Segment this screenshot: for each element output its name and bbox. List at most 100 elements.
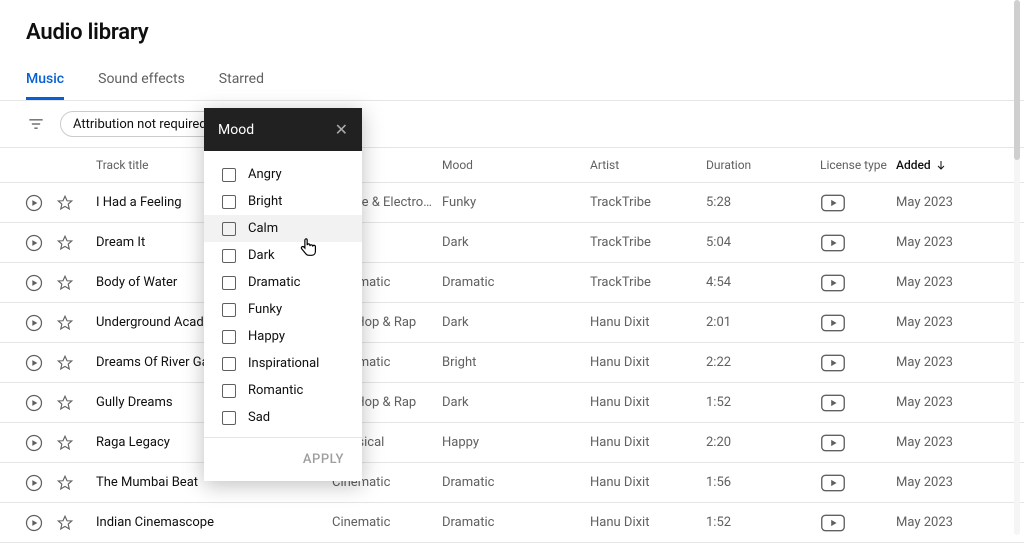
license-icon[interactable] (820, 194, 896, 212)
track-artist: TrackTribe (590, 195, 706, 210)
table-row[interactable]: Underground AcademyHip-Hop & RapDarkHanu… (0, 303, 1024, 343)
checkbox-icon[interactable] (222, 222, 236, 236)
checkbox-icon[interactable] (222, 249, 236, 263)
close-icon[interactable]: ✕ (335, 120, 348, 139)
col-license[interactable]: License type (820, 158, 896, 172)
mood-option-romantic[interactable]: Romantic (204, 377, 362, 404)
star-icon[interactable] (56, 434, 96, 452)
checkbox-icon[interactable] (222, 195, 236, 209)
track-added: May 2023 (896, 355, 1024, 370)
track-mood: Dark (442, 235, 590, 250)
track-artist: Hanu Dixit (590, 395, 706, 410)
track-duration: 1:52 (706, 395, 820, 410)
license-icon[interactable] (820, 314, 896, 332)
star-icon[interactable] (56, 354, 96, 372)
checkbox-icon[interactable] (222, 411, 236, 425)
table-row[interactable]: The Mumbai BeatCinematicDramaticHanu Dix… (0, 463, 1024, 503)
checkbox-icon[interactable] (222, 384, 236, 398)
page-title: Audio library (0, 0, 1024, 45)
track-artist: Hanu Dixit (590, 515, 706, 530)
tab-sound-effects[interactable]: Sound effects (98, 71, 185, 100)
checkbox-icon[interactable] (222, 357, 236, 371)
star-icon[interactable] (56, 474, 96, 492)
apply-button[interactable]: APPLY (204, 437, 362, 481)
checkbox-icon[interactable] (222, 276, 236, 290)
table-row[interactable]: Raga LegacyClassicalHappyHanu Dixit2:20M… (0, 423, 1024, 463)
tab-music[interactable]: Music (26, 71, 64, 100)
tabs: Music Sound effects Starred (0, 45, 1024, 100)
play-icon[interactable] (24, 433, 56, 453)
star-icon[interactable] (56, 274, 96, 292)
col-added[interactable]: Added (896, 158, 1024, 172)
scrollbar-thumb[interactable] (1014, 0, 1020, 160)
track-mood: Dramatic (442, 515, 590, 530)
mood-option-label: Calm (248, 221, 278, 236)
play-icon[interactable] (24, 473, 56, 493)
track-mood: Happy (442, 435, 590, 450)
play-icon[interactable] (24, 313, 56, 333)
track-added: May 2023 (896, 395, 1024, 410)
mood-option-label: Dark (248, 248, 275, 263)
mood-option-inspirational[interactable]: Inspirational (204, 350, 362, 377)
mood-option-bright[interactable]: Bright (204, 188, 362, 215)
mood-option-sad[interactable]: Sad (204, 404, 362, 431)
col-duration[interactable]: Duration (706, 158, 820, 172)
license-icon[interactable] (820, 434, 896, 452)
mood-dropdown: Mood ✕ Angry Bright Calm Dark DramaticFunky H… (204, 108, 362, 481)
track-added: May 2023 (896, 475, 1024, 490)
star-icon[interactable] (56, 194, 96, 212)
scrollbar[interactable] (1014, 0, 1020, 535)
dropdown-list: Angry Bright Calm Dark DramaticFunky Happy Ins… (204, 151, 362, 437)
table-row[interactable]: Dreams Of River GangaCinematicBrightHanu… (0, 343, 1024, 383)
table-row[interactable]: Dream ItRockDarkTrackTribe5:04May 2023 (0, 223, 1024, 263)
checkbox-icon[interactable] (222, 303, 236, 317)
mood-option-angry[interactable]: Angry (204, 161, 362, 188)
license-icon[interactable] (820, 474, 896, 492)
col-added-label: Added (896, 158, 931, 172)
filter-icon[interactable] (26, 114, 46, 134)
mood-option-dark[interactable]: Dark (204, 242, 362, 269)
track-artist: Hanu Dixit (590, 315, 706, 330)
mood-option-label: Happy (248, 329, 285, 344)
license-icon[interactable] (820, 394, 896, 412)
dropdown-title: Mood (218, 122, 254, 138)
mood-option-dramatic[interactable]: Dramatic (204, 269, 362, 296)
track-added: May 2023 (896, 435, 1024, 450)
play-icon[interactable] (24, 193, 56, 213)
track-added: May 2023 (896, 275, 1024, 290)
tab-starred[interactable]: Starred (219, 71, 264, 100)
mood-option-label: Sad (248, 410, 270, 425)
table-row[interactable]: Indian CinemascopeCinematicDramaticHanu … (0, 503, 1024, 543)
table-row[interactable]: Body of WaterCinematicDramaticTrackTribe… (0, 263, 1024, 303)
star-icon[interactable] (56, 394, 96, 412)
col-artist[interactable]: Artist (590, 158, 706, 172)
mood-option-calm[interactable]: Calm (204, 215, 362, 242)
play-icon[interactable] (24, 273, 56, 293)
star-icon[interactable] (56, 314, 96, 332)
license-icon[interactable] (820, 354, 896, 372)
track-added: May 2023 (896, 235, 1024, 250)
col-mood[interactable]: Mood (442, 158, 590, 172)
star-icon[interactable] (56, 234, 96, 252)
license-icon[interactable] (820, 234, 896, 252)
license-icon[interactable] (820, 514, 896, 532)
mood-option-funky[interactable]: Funky (204, 296, 362, 323)
table-row[interactable]: I Had a FeelingDance & ElectronicFunkyTr… (0, 183, 1024, 223)
checkbox-icon[interactable] (222, 168, 236, 182)
track-duration: 4:54 (706, 275, 820, 290)
track-duration: 2:20 (706, 435, 820, 450)
track-mood: Dark (442, 395, 590, 410)
track-mood: Dramatic (442, 275, 590, 290)
play-icon[interactable] (24, 513, 56, 533)
mood-option-label: Angry (248, 167, 282, 182)
play-icon[interactable] (24, 353, 56, 373)
star-icon[interactable] (56, 514, 96, 532)
track-artist: Hanu Dixit (590, 355, 706, 370)
play-icon[interactable] (24, 393, 56, 413)
play-icon[interactable] (24, 233, 56, 253)
table-body: I Had a FeelingDance & ElectronicFunkyTr… (0, 183, 1024, 543)
table-row[interactable]: Gully DreamsHip-Hop & RapDarkHanu Dixit1… (0, 383, 1024, 423)
mood-option-happy[interactable]: Happy (204, 323, 362, 350)
license-icon[interactable] (820, 274, 896, 292)
checkbox-icon[interactable] (222, 330, 236, 344)
